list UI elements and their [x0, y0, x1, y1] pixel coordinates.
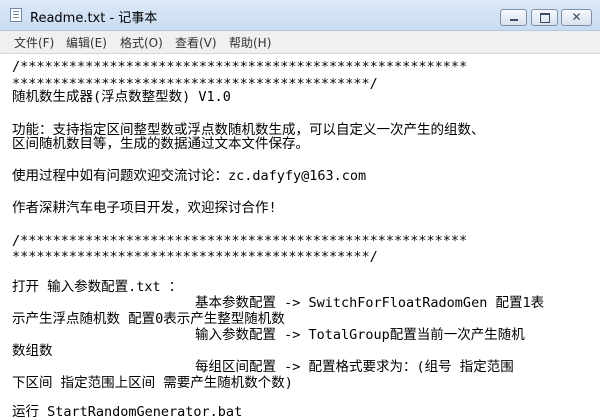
maximize-button[interactable]: [531, 9, 558, 26]
window-title: Readme.txt - 记事本: [30, 11, 158, 26]
menu-view[interactable]: 查看(V): [175, 34, 217, 51]
document-line: 数组数: [12, 343, 53, 359]
minimize-button[interactable]: [500, 9, 527, 26]
document-line: ****************************************…: [12, 249, 378, 265]
menu-bar: 文件(F) 编辑(E) 格式(O) 查看(V) 帮助(H): [0, 31, 600, 54]
title-bar[interactable]: Readme.txt - 记事本 ✕: [0, 0, 600, 31]
document-line: 区间随机数目等，生成的数据通过文本文件保存。: [12, 136, 309, 152]
document-line: 打开 输入参数配置.txt ：: [12, 279, 183, 295]
document-line: 运行 StartRandomGenerator.bat: [12, 404, 243, 420]
menu-edit[interactable]: 编辑(E): [66, 34, 107, 51]
menu-help[interactable]: 帮助(H): [229, 34, 271, 51]
close-icon: ✕: [571, 10, 582, 24]
document-line: 随机数生成器(浮点数整型数) V1.0: [12, 89, 231, 105]
menu-format[interactable]: 格式(O): [120, 34, 163, 51]
close-button[interactable]: ✕: [561, 9, 592, 26]
document-line: 输入参数配置 -> TotalGroup配置当前一次产生随机: [195, 327, 525, 343]
document-line: 使用过程中如有问题欢迎交流讨论：zc.dafyfy@163.com: [12, 168, 367, 184]
menu-file[interactable]: 文件(F): [14, 34, 54, 51]
document-line: 作者深耕汽车电子项目开发，欢迎探讨合作!: [12, 200, 277, 216]
notepad-window: Readme.txt - 记事本 ✕ 文件(F) 编辑(E) 格式(O) 查看(…: [0, 0, 600, 420]
document-line: /***************************************…: [12, 59, 468, 75]
text-editor[interactable]: /***************************************…: [0, 54, 600, 420]
document-line: 下区间 指定范围上区间 需要产生随机数个数): [12, 375, 293, 391]
document-text[interactable]: /***************************************…: [12, 54, 600, 420]
notepad-icon: [10, 8, 22, 22]
